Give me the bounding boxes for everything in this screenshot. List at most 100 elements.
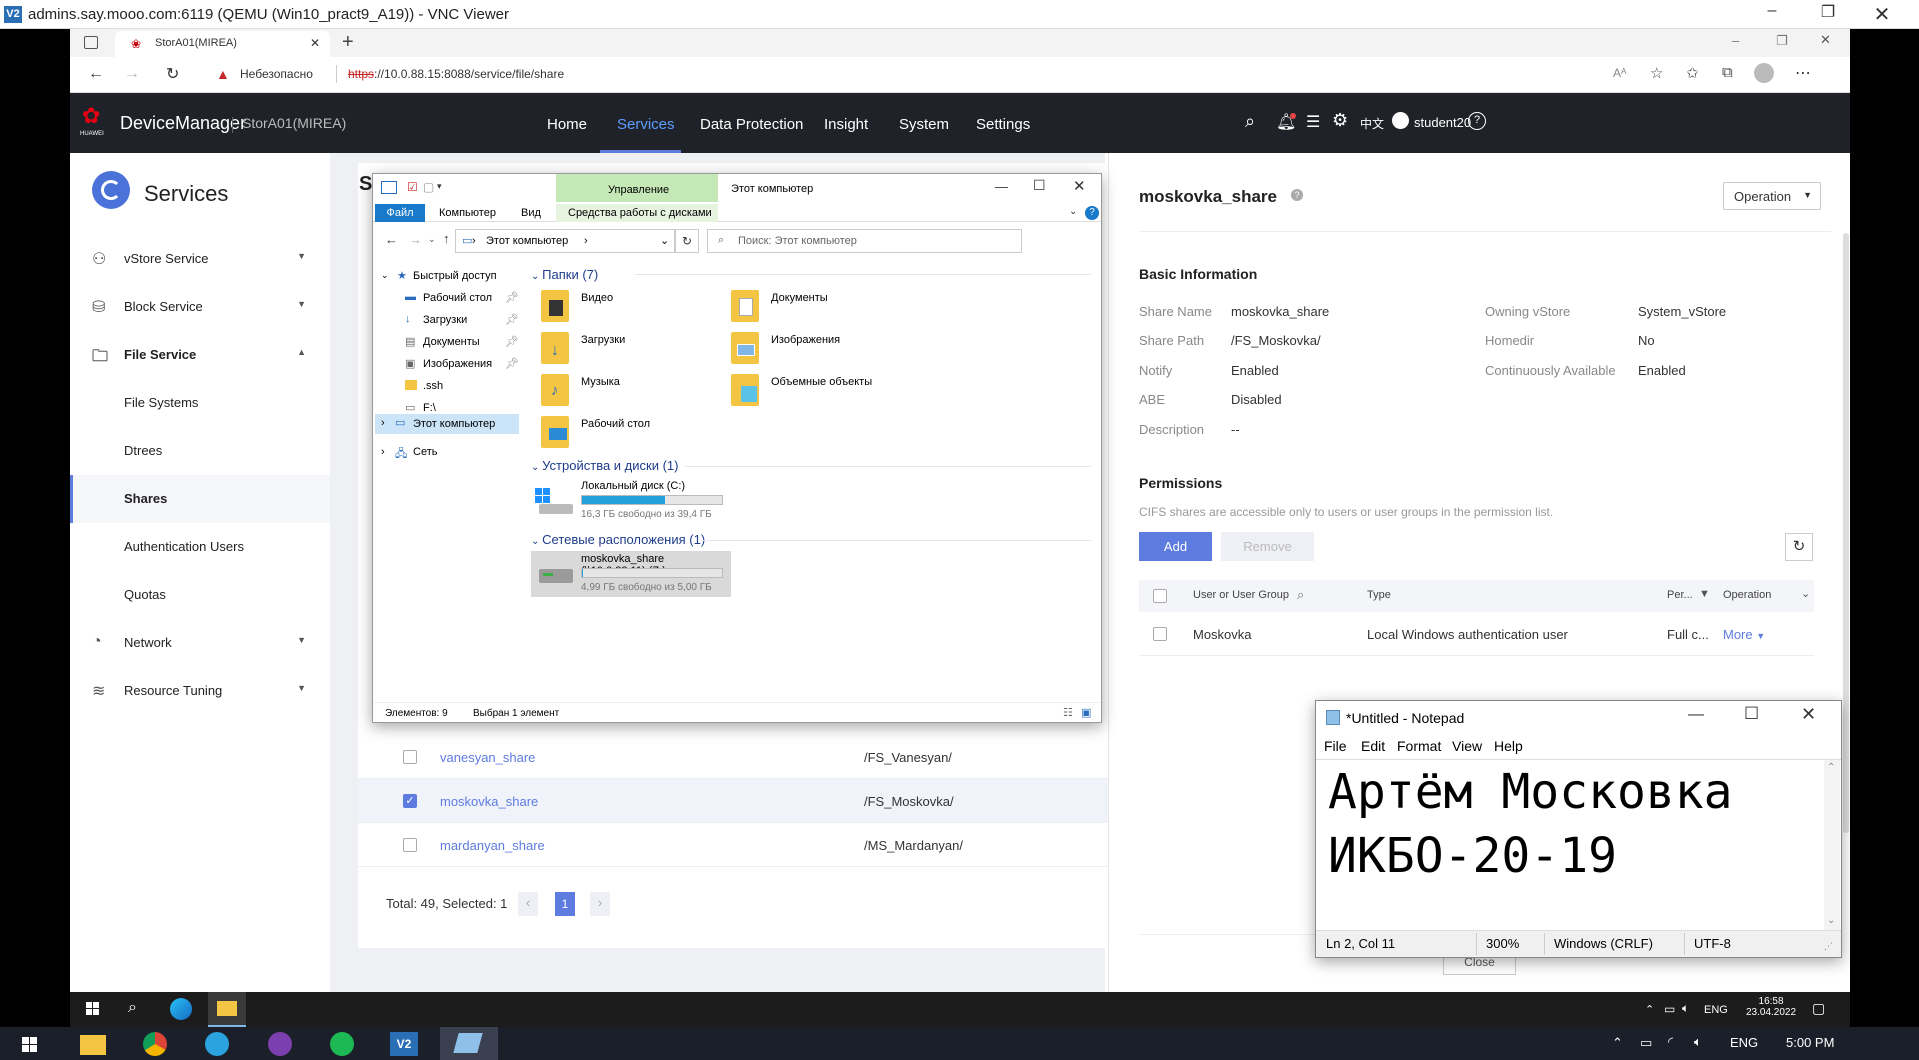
browser-minimize-icon[interactable]: – bbox=[1732, 33, 1739, 48]
nav-quick-access[interactable]: Быстрый доступ bbox=[413, 270, 497, 282]
breadcrumb-dropdown-icon[interactable]: ⌄ bbox=[660, 234, 669, 247]
folder-documents[interactable]: Документы bbox=[731, 288, 921, 328]
resize-grip-icon[interactable]: ⋰ bbox=[1824, 941, 1833, 952]
tab-computer[interactable]: Компьютер bbox=[439, 207, 496, 219]
explorer-taskbar-button[interactable] bbox=[208, 992, 246, 1027]
folder-video[interactable]: Видео bbox=[541, 288, 731, 328]
notifications-icon[interactable]: ▢ bbox=[1812, 1000, 1825, 1017]
refresh-icon[interactable]: ↻ bbox=[1785, 533, 1813, 561]
telegram-icon[interactable] bbox=[205, 1032, 229, 1056]
network-group-heading[interactable]: ⌄ Сетевые расположения (1) bbox=[531, 532, 705, 547]
favorite-star-icon[interactable]: ☆ bbox=[1650, 64, 1663, 82]
close-icon[interactable]: ✕ bbox=[1801, 704, 1816, 725]
favorites-icon[interactable]: ✩ bbox=[1686, 64, 1699, 82]
help-icon[interactable]: ? bbox=[1468, 112, 1486, 130]
details-view-icon[interactable]: ☷ bbox=[1063, 706, 1073, 719]
scroll-up-icon[interactable]: ⌃ bbox=[1827, 762, 1835, 773]
browser-restore-icon[interactable]: ❐ bbox=[1776, 33, 1788, 49]
clock[interactable]: 16:58 23.04.2022 bbox=[1746, 996, 1796, 1018]
sidebar-item-vstore[interactable]: ⚇ vStore Service ▼ bbox=[70, 235, 330, 283]
nav-documents[interactable]: Документы bbox=[423, 336, 480, 348]
info-icon[interactable]: ? bbox=[1291, 189, 1303, 201]
pin-icon[interactable]: 📌︎ bbox=[505, 357, 519, 370]
security-label[interactable]: Небезопасно bbox=[240, 67, 313, 81]
back-icon[interactable]: ← bbox=[88, 65, 104, 83]
windows-start-icon[interactable] bbox=[86, 1002, 100, 1016]
minimize-icon[interactable]: – bbox=[1752, 2, 1792, 20]
nav-this-pc-selected[interactable]: › ▭ Этот компьютер bbox=[375, 414, 519, 434]
nav-services[interactable]: Services bbox=[617, 116, 675, 133]
scrollbar[interactable] bbox=[1843, 233, 1849, 833]
battery-icon[interactable]: ▭ bbox=[1640, 1035, 1652, 1051]
new-folder-icon[interactable]: ▢ bbox=[423, 180, 434, 194]
menu-edit[interactable]: Edit bbox=[1361, 738, 1385, 754]
sidebar-item-dtrees[interactable]: Dtrees bbox=[70, 427, 330, 475]
task-list-icon[interactable]: ☰ bbox=[1306, 112, 1320, 132]
recent-icon[interactable]: ⌄ bbox=[428, 234, 436, 245]
share-name-link[interactable]: vanesyan_share bbox=[440, 750, 535, 765]
sidebar-item-auth-users[interactable]: Authentication Users bbox=[70, 523, 330, 571]
clock[interactable]: 5:00 PM bbox=[1786, 1035, 1834, 1050]
minimize-icon[interactable]: — bbox=[1688, 706, 1704, 724]
scrollbar[interactable]: ⌃ ⌄ bbox=[1824, 760, 1840, 930]
up-icon[interactable]: ↑ bbox=[443, 231, 450, 246]
filter-icon[interactable]: ▼ bbox=[1699, 588, 1710, 600]
drive-z-selected[interactable]: moskovka_share (\\10.0.88.11) (Z:) 4,99 … bbox=[531, 551, 731, 597]
menu-help[interactable]: Help bbox=[1494, 738, 1523, 754]
help-icon[interactable]: ? bbox=[1085, 206, 1099, 220]
table-row[interactable]: ✓ moskovka_share /FS_Moskovka/ bbox=[358, 779, 1108, 823]
input-language[interactable]: ENG bbox=[1730, 1035, 1758, 1050]
active-app-button[interactable] bbox=[440, 1027, 498, 1060]
nav-insight[interactable]: Insight bbox=[824, 116, 868, 133]
user-name[interactable]: student20 bbox=[1414, 115, 1471, 130]
tray-chevron-icon[interactable]: ⌃ bbox=[1612, 1035, 1623, 1051]
tab-view[interactable]: Вид bbox=[521, 207, 541, 219]
sidebar-item-resource-tuning[interactable]: ≋ Resource Tuning ▼ bbox=[70, 667, 330, 715]
menu-file[interactable]: File bbox=[1324, 738, 1347, 754]
breadcrumb-item[interactable]: Этот компьютер bbox=[486, 235, 568, 247]
folder-downloads[interactable]: ↓ Загрузки bbox=[541, 330, 731, 370]
page-number[interactable]: 1 bbox=[555, 892, 575, 916]
volume-icon[interactable]: 🔈︎ bbox=[1682, 1001, 1689, 1016]
url-field[interactable]: https://10.0.88.15:8088/service/file/sha… bbox=[348, 67, 564, 81]
network-icon[interactable]: ▭ bbox=[1664, 1002, 1675, 1016]
nav-system[interactable]: System bbox=[899, 116, 949, 133]
pin-icon[interactable]: 📌︎ bbox=[505, 291, 519, 304]
input-language[interactable]: ENG bbox=[1704, 1004, 1728, 1016]
table-row[interactable]: mardanyan_share /MS_Mardanyan/ bbox=[358, 823, 1108, 867]
breadcrumb-bar[interactable]: ▭ › Этот компьютер › ⌄ bbox=[455, 229, 675, 253]
minimize-icon[interactable]: — bbox=[995, 179, 1008, 194]
maximize-icon[interactable]: ☐ bbox=[1744, 704, 1759, 724]
read-aloud-icon[interactable]: Aᴬ bbox=[1613, 66, 1626, 80]
share-name-link[interactable]: mardanyan_share bbox=[440, 838, 545, 853]
folder-music[interactable]: ♪ Музыка bbox=[541, 372, 731, 412]
tray-chevron-icon[interactable]: ⌃ bbox=[1645, 1003, 1654, 1016]
nav-home[interactable]: Home bbox=[547, 116, 587, 133]
gear-icon[interactable]: ⚙ bbox=[1332, 110, 1348, 131]
remove-button[interactable]: Remove bbox=[1221, 532, 1314, 561]
search-icon[interactable]: ⌕ bbox=[1297, 587, 1304, 603]
windows-start-icon[interactable] bbox=[22, 1037, 38, 1053]
more-icon[interactable]: ⋯ bbox=[1795, 63, 1811, 83]
sidebar-item-network[interactable]: ◔ Network ▼ bbox=[70, 619, 330, 667]
row-checkbox[interactable] bbox=[1153, 627, 1167, 641]
nav-desktop[interactable]: Рабочий стол bbox=[423, 292, 492, 304]
disk-tools-tab[interactable]: Средства работы с дисками bbox=[556, 204, 718, 222]
sidebar-item-block[interactable]: ⛁ Block Service ▼ bbox=[70, 283, 330, 331]
search-icon[interactable]: ⌕ bbox=[128, 999, 137, 1017]
menu-view[interactable]: View bbox=[1452, 738, 1482, 754]
wifi-icon[interactable]: ◜ bbox=[1668, 1034, 1673, 1050]
refresh-icon[interactable]: ↻ bbox=[166, 64, 179, 84]
more-link[interactable]: More ▼ bbox=[1723, 627, 1765, 642]
sidebar-item-quotas[interactable]: Quotas bbox=[70, 571, 330, 619]
column-settings-icon[interactable]: ⌄ bbox=[1801, 587, 1810, 600]
volume-icon[interactable]: 🔈︎ bbox=[1694, 1034, 1702, 1050]
prev-page-icon[interactable]: ‹ bbox=[518, 892, 538, 916]
folder-3d-objects[interactable]: Объемные объекты bbox=[731, 372, 921, 412]
table-row[interactable]: vanesyan_share /FS_Vanesyan/ bbox=[358, 735, 1108, 779]
nav-pictures[interactable]: Изображения bbox=[423, 358, 492, 370]
spotify-icon[interactable] bbox=[330, 1032, 354, 1056]
drive-c[interactable]: Локальный диск (C:) 16,3 ГБ свободно из … bbox=[531, 480, 731, 520]
folder-desktop[interactable]: Рабочий стол bbox=[541, 414, 731, 454]
select-all-checkbox[interactable] bbox=[1153, 589, 1167, 603]
